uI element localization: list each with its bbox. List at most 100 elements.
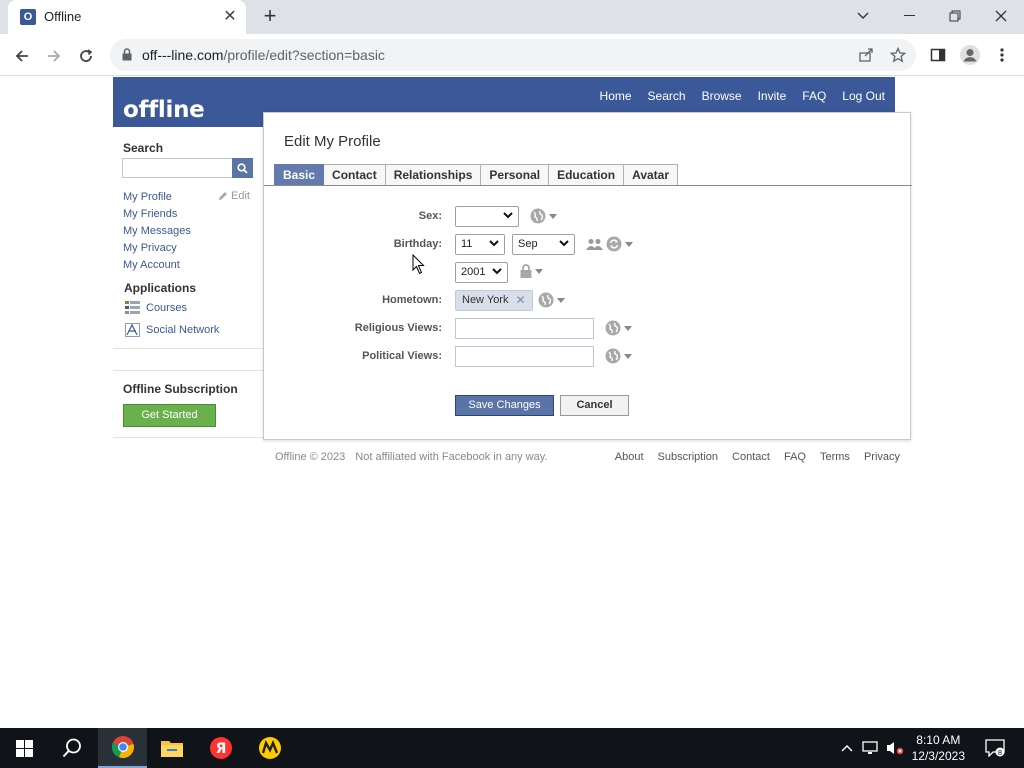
footer-link-subscription[interactable]: Subscription <box>658 451 719 463</box>
new-tab-icon[interactable]: + <box>258 5 282 29</box>
edit-profile-dialog: Edit My Profile Basic Contact Relationsh… <box>263 112 912 440</box>
nav-home[interactable]: Home <box>600 89 632 103</box>
birthday-month-select[interactable]: Sep <box>512 234 575 255</box>
footer-link-about[interactable]: About <box>615 451 644 463</box>
sidebar-links: My Profile My Friends My Messages My Pri… <box>123 190 191 275</box>
sidebar-divider <box>113 348 263 349</box>
browser-tab-strip: O Offline ✕ + <box>0 0 1024 34</box>
nav-faq[interactable]: FAQ <box>802 89 826 103</box>
taskbar-clock[interactable]: 8:10 AM 12/3/2023 <box>912 732 965 764</box>
reload-icon[interactable] <box>72 42 100 70</box>
search-icon[interactable] <box>232 158 253 178</box>
footer-copyright: Offline © 2023 <box>275 451 346 463</box>
birthday-year-privacy-selector[interactable] <box>520 264 543 278</box>
browser-tab[interactable]: O Offline ✕ <box>8 0 246 34</box>
chrome-taskbar-icon[interactable] <box>98 728 147 768</box>
url-bar[interactable]: off---line.com/profile/edit?section=basi… <box>110 39 916 71</box>
sidebar-item-my-friends[interactable]: My Friends <box>123 207 191 224</box>
chevron-down-icon <box>492 268 502 275</box>
cancel-button[interactable]: Cancel <box>560 395 629 416</box>
birthday-year-row: 2001 <box>264 262 912 286</box>
hometown-token[interactable]: New York ✕ <box>455 290 533 311</box>
sidebar-item-my-account[interactable]: My Account <box>123 258 191 275</box>
footer-link-terms[interactable]: Terms <box>820 451 850 463</box>
edit-profile-link[interactable]: Edit <box>218 190 250 202</box>
sidebar-divider <box>113 437 263 438</box>
app-social-network[interactable]: Social Network <box>125 323 219 337</box>
browser-menu-icon[interactable] <box>990 43 1014 67</box>
sidebar-item-my-privacy[interactable]: My Privacy <box>123 241 191 258</box>
remove-token-icon[interactable]: ✕ <box>515 291 525 310</box>
nav-invite[interactable]: Invite <box>758 89 787 103</box>
network-icon[interactable] <box>860 728 882 768</box>
file-explorer-icon[interactable] <box>148 728 196 768</box>
sidebar-item-my-profile[interactable]: My Profile <box>123 190 191 207</box>
clock-date: 12/3/2023 <box>911 749 965 763</box>
birthday-day-select[interactable]: 11 <box>455 234 505 255</box>
close-window-icon[interactable] <box>978 0 1024 32</box>
religious-views-input[interactable] <box>455 318 594 339</box>
yandex-browser-icon[interactable]: Я <box>197 728 245 768</box>
windows-taskbar: Я 8:10 AM 12/3/2023 8 <box>0 728 1024 768</box>
sex-label: Sex: <box>418 210 442 222</box>
volume-muted-icon[interactable] <box>884 728 906 768</box>
app-social-network-label: Social Network <box>146 324 220 336</box>
sidebar-item-my-messages[interactable]: My Messages <box>123 224 191 241</box>
minimize-icon[interactable] <box>886 0 932 32</box>
search-icon[interactable] <box>48 728 96 768</box>
nav-search[interactable]: Search <box>648 89 686 103</box>
footer-links: About Subscription Contact FAQ Terms Pri… <box>601 451 900 463</box>
footer-link-privacy[interactable]: Privacy <box>864 451 900 463</box>
hometown-privacy-selector[interactable] <box>538 292 565 308</box>
political-views-label: Political Views: <box>362 350 442 362</box>
political-views-row: Political Views: <box>264 346 912 370</box>
back-arrow-icon[interactable] <box>8 42 36 70</box>
birthday-year-select[interactable]: 2001 <box>455 262 508 283</box>
forward-arrow-icon[interactable] <box>40 42 68 70</box>
yandex-music-icon[interactable] <box>246 728 294 768</box>
nav-browse[interactable]: Browse <box>702 89 742 103</box>
sex-select[interactable] <box>455 206 519 227</box>
chevron-down-icon <box>559 240 569 247</box>
bookmark-star-icon[interactable] <box>888 45 908 65</box>
close-tab-icon[interactable]: ✕ <box>220 7 240 27</box>
pencil-icon <box>219 192 227 200</box>
site-logo[interactable]: offline <box>123 97 205 123</box>
tab-relationships[interactable]: Relationships <box>385 164 482 185</box>
share-icon[interactable] <box>856 45 876 65</box>
tab-basic[interactable]: Basic <box>274 164 325 185</box>
tab-contact[interactable]: Contact <box>324 164 386 185</box>
tab-education[interactable]: Education <box>549 164 625 185</box>
sidebar-search-input[interactable] <box>122 158 233 178</box>
tab-avatar[interactable]: Avatar <box>624 164 679 185</box>
caret-down-icon <box>625 241 633 247</box>
windows-start-icon[interactable] <box>0 728 48 768</box>
web-page: offline Home Search Browse Invite FAQ Lo… <box>0 77 1024 728</box>
courses-icon <box>125 301 140 314</box>
footer-link-contact[interactable]: Contact <box>732 451 770 463</box>
political-views-privacy-selector[interactable] <box>605 348 632 364</box>
profile-avatar-icon[interactable] <box>958 43 982 67</box>
chevron-up-icon[interactable] <box>838 728 856 768</box>
social-network-icon <box>125 323 140 337</box>
edit-label: Edit <box>231 190 250 202</box>
sex-privacy-selector[interactable] <box>530 208 557 224</box>
save-changes-button[interactable]: Save Changes <box>455 395 554 416</box>
restore-icon[interactable] <box>932 0 978 32</box>
birthday-privacy-selector[interactable] <box>586 236 633 252</box>
globe-icon <box>538 292 554 308</box>
religious-views-privacy-selector[interactable] <box>605 320 632 336</box>
nav-logout[interactable]: Log Out <box>842 89 885 103</box>
footer-link-faq[interactable]: FAQ <box>784 451 806 463</box>
tab-search-icon[interactable] <box>840 0 886 32</box>
political-views-input[interactable] <box>455 346 594 367</box>
get-started-button[interactable]: Get Started <box>123 404 216 427</box>
applications-heading: Applications <box>124 281 197 295</box>
side-panel-icon[interactable] <box>926 43 950 67</box>
lock-icon[interactable] <box>122 48 132 66</box>
sidebar-search-label: Search <box>123 141 164 155</box>
hometown-row: Hometown: New York ✕ <box>264 290 912 314</box>
notifications-icon[interactable]: 8 <box>980 728 1010 768</box>
tab-personal[interactable]: Personal <box>481 164 550 185</box>
app-courses[interactable]: Courses <box>125 301 187 314</box>
